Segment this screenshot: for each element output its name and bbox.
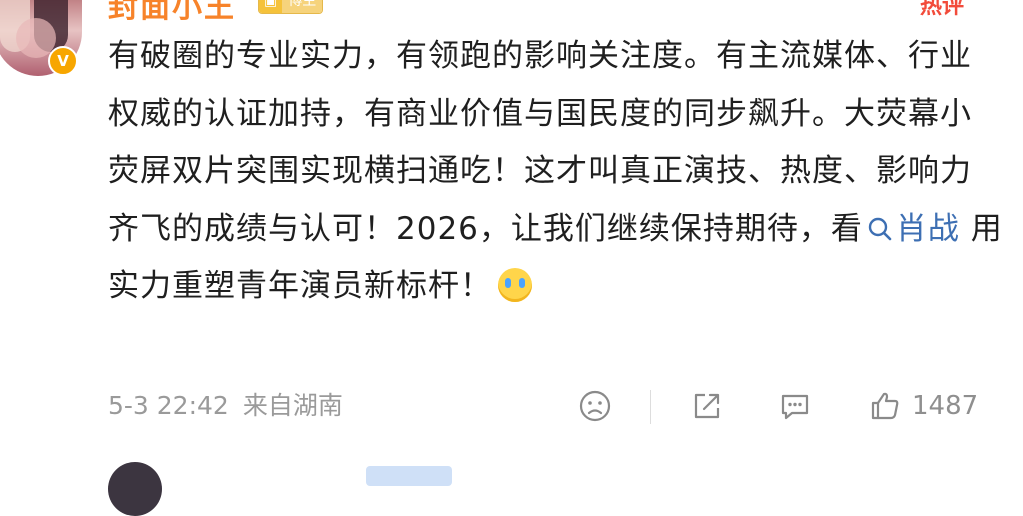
comment-text-main: 有破圈的专业实力，有领跑的影响关注度。有主流媒体、行业权威的认证加持，有商业价值… [108,38,972,247]
share-icon [694,393,720,419]
dislike-button[interactable] [578,382,612,430]
lv-icon: ▣ [259,0,283,13]
mention-label: 肖战 [895,210,960,247]
comment-text: 有破圈的专业实力，有领跑的影响关注度。有主流媒体、行业权威的认证加持，有商业价值… [108,28,1003,316]
hot-comment-tag: 热评 [920,0,965,19]
thumbs-up-icon [871,392,899,420]
like-count: 1487 [912,391,979,421]
username[interactable]: 封面小王 [108,0,236,26]
frown-face-icon [579,390,611,422]
next-comment-badge [366,466,452,486]
comment-icon [781,394,809,420]
like-button[interactable]: 1487 [868,382,978,430]
mention-link[interactable]: 肖战 [863,211,960,247]
share-button[interactable] [690,382,724,430]
next-comment-avatar[interactable] [108,462,162,516]
search-icon [868,217,892,240]
crying-laughing-emoji-icon [498,268,532,302]
comment-button[interactable] [778,382,812,430]
comment-actions: 1487 [0,382,1023,430]
verified-badge-icon: V [48,46,78,76]
action-divider [650,390,651,424]
level-badge-label: 博主 [282,0,323,13]
user-level-badge: ▣ 博主 [258,0,324,14]
